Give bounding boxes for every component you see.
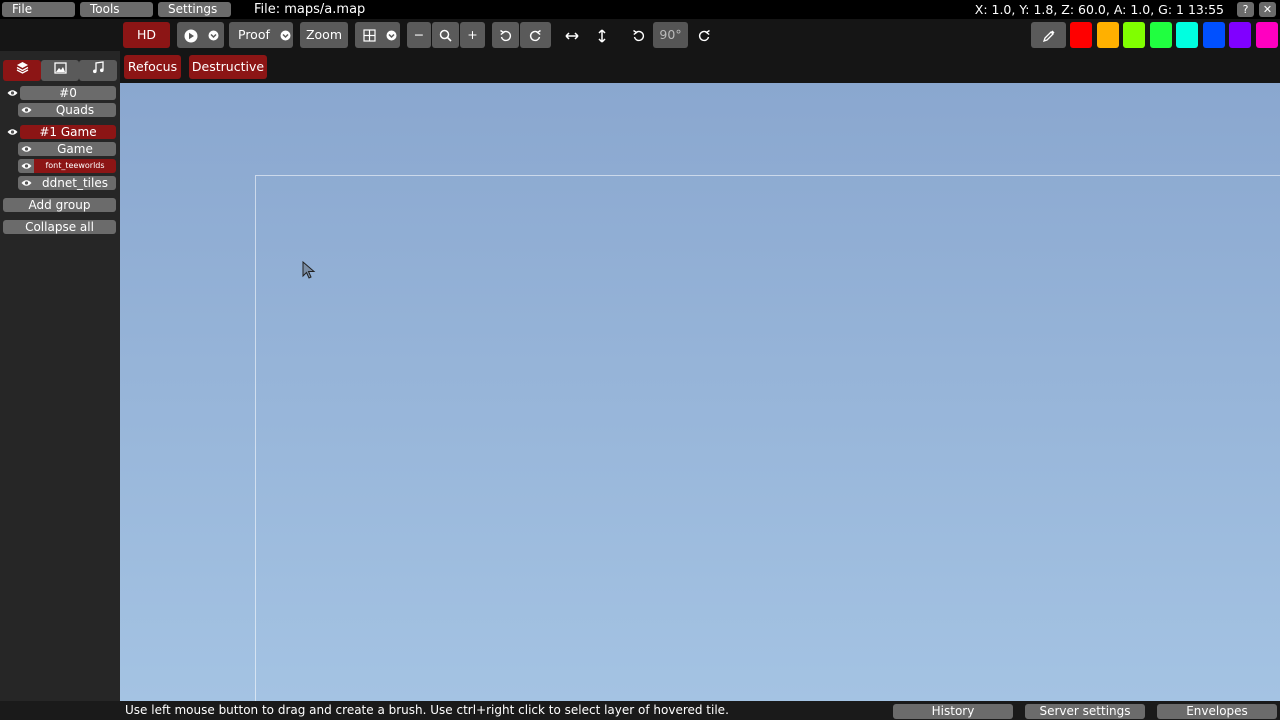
group-0[interactable]: #0 (20, 86, 116, 100)
rotate-cw-button[interactable] (690, 22, 718, 48)
zoom-button[interactable]: Zoom (300, 22, 348, 48)
history-button[interactable]: History (893, 704, 1013, 719)
group-1-game[interactable]: #1 Game (20, 125, 116, 139)
image-icon (53, 62, 67, 74)
eye-icon[interactable] (18, 103, 34, 117)
arrows-horizontal-icon (565, 31, 579, 40)
proof-label: Proof (238, 27, 270, 42)
grid-icon (363, 29, 376, 42)
zoom-out-button[interactable]: − (407, 22, 431, 48)
undo-icon (500, 29, 512, 42)
flip-horizontal-button[interactable] (558, 22, 586, 48)
rotation-angle-field[interactable]: 90° (653, 22, 688, 48)
cursor-coordinates: X: 1.0, Y: 1.8, Z: 60.0, A: 1.0, G: 1 13… (974, 2, 1224, 17)
zoom-reset-button[interactable] (432, 22, 459, 48)
eye-icon[interactable] (4, 125, 20, 139)
play-icon (184, 29, 198, 42)
eye-icon[interactable] (18, 159, 34, 173)
color-swatch[interactable] (1229, 22, 1251, 48)
layer-font-teeworlds[interactable]: font_teeworlds (34, 159, 116, 173)
layer-game[interactable]: Game (34, 142, 116, 156)
grid-button[interactable] (355, 22, 400, 48)
tools-menu[interactable]: Tools (80, 2, 153, 17)
settings-menu[interactable]: Settings (158, 2, 231, 17)
eye-icon[interactable] (4, 86, 20, 100)
main-toolbar: HD Proof Zoom − + 90° (0, 19, 1280, 51)
rotate-ccw-button[interactable] (624, 22, 652, 48)
rotate-right-icon (698, 29, 710, 42)
help-button[interactable]: ? (1237, 2, 1254, 17)
rotate-left-icon (632, 29, 644, 42)
color-picker-button[interactable] (1031, 22, 1066, 48)
eye-icon[interactable] (18, 176, 34, 190)
arrows-vertical-icon (598, 28, 606, 43)
music-note-icon (93, 61, 104, 74)
color-swatch[interactable] (1176, 22, 1198, 48)
file-title: File: maps/a.map (254, 2, 366, 17)
map-canvas[interactable] (120, 83, 1280, 701)
menubar: File Tools Settings File: maps/a.map X: … (0, 0, 1280, 19)
layers-icon (16, 62, 28, 74)
chevron-down-icon (280, 30, 291, 41)
play-button[interactable] (177, 22, 224, 48)
color-swatch[interactable] (1096, 22, 1119, 48)
eye-icon[interactable] (18, 142, 34, 156)
tab-layers[interactable] (3, 60, 41, 81)
status-hint: Use left mouse button to drag and create… (125, 703, 729, 717)
status-bar: Use left mouse button to drag and create… (0, 701, 1280, 720)
chevron-down-icon (208, 30, 219, 41)
magnifier-icon (439, 29, 452, 42)
tab-sounds[interactable] (79, 60, 117, 81)
redo-icon (529, 29, 541, 42)
layer-toolbar: Refocus Destructive (0, 51, 1280, 83)
tab-images[interactable] (41, 60, 79, 81)
map-boundary (255, 175, 1280, 701)
close-button[interactable]: ✕ (1259, 2, 1276, 17)
color-swatch[interactable] (1202, 22, 1225, 48)
color-swatch[interactable] (1123, 22, 1145, 48)
mouse-cursor-icon (302, 261, 316, 279)
envelopes-button[interactable]: Envelopes (1157, 704, 1277, 719)
redo-button[interactable] (520, 22, 551, 48)
hd-button[interactable]: HD (123, 22, 170, 48)
undo-button[interactable] (492, 22, 519, 48)
layer-ddnet-tiles[interactable]: ddnet_tiles (34, 176, 116, 190)
eyedropper-icon (1042, 30, 1054, 42)
zoom-in-button[interactable]: + (460, 22, 485, 48)
file-menu[interactable]: File (2, 2, 75, 17)
chevron-down-icon (386, 30, 397, 41)
proof-button[interactable]: Proof (229, 22, 293, 48)
server-settings-button[interactable]: Server settings (1025, 704, 1145, 719)
layers-sidebar: #0 Quads #1 Game Game font_teeworlds ddn… (0, 51, 120, 701)
color-swatch[interactable] (1070, 22, 1092, 48)
flip-vertical-button[interactable] (588, 22, 616, 48)
add-group-button[interactable]: Add group (3, 198, 116, 212)
color-swatch[interactable] (1149, 22, 1172, 48)
destructive-button[interactable]: Destructive (189, 55, 267, 79)
collapse-all-button[interactable]: Collapse all (3, 220, 116, 234)
layer-quads[interactable]: Quads (34, 103, 116, 117)
refocus-button[interactable]: Refocus (124, 55, 181, 79)
color-swatch[interactable] (1255, 22, 1278, 48)
